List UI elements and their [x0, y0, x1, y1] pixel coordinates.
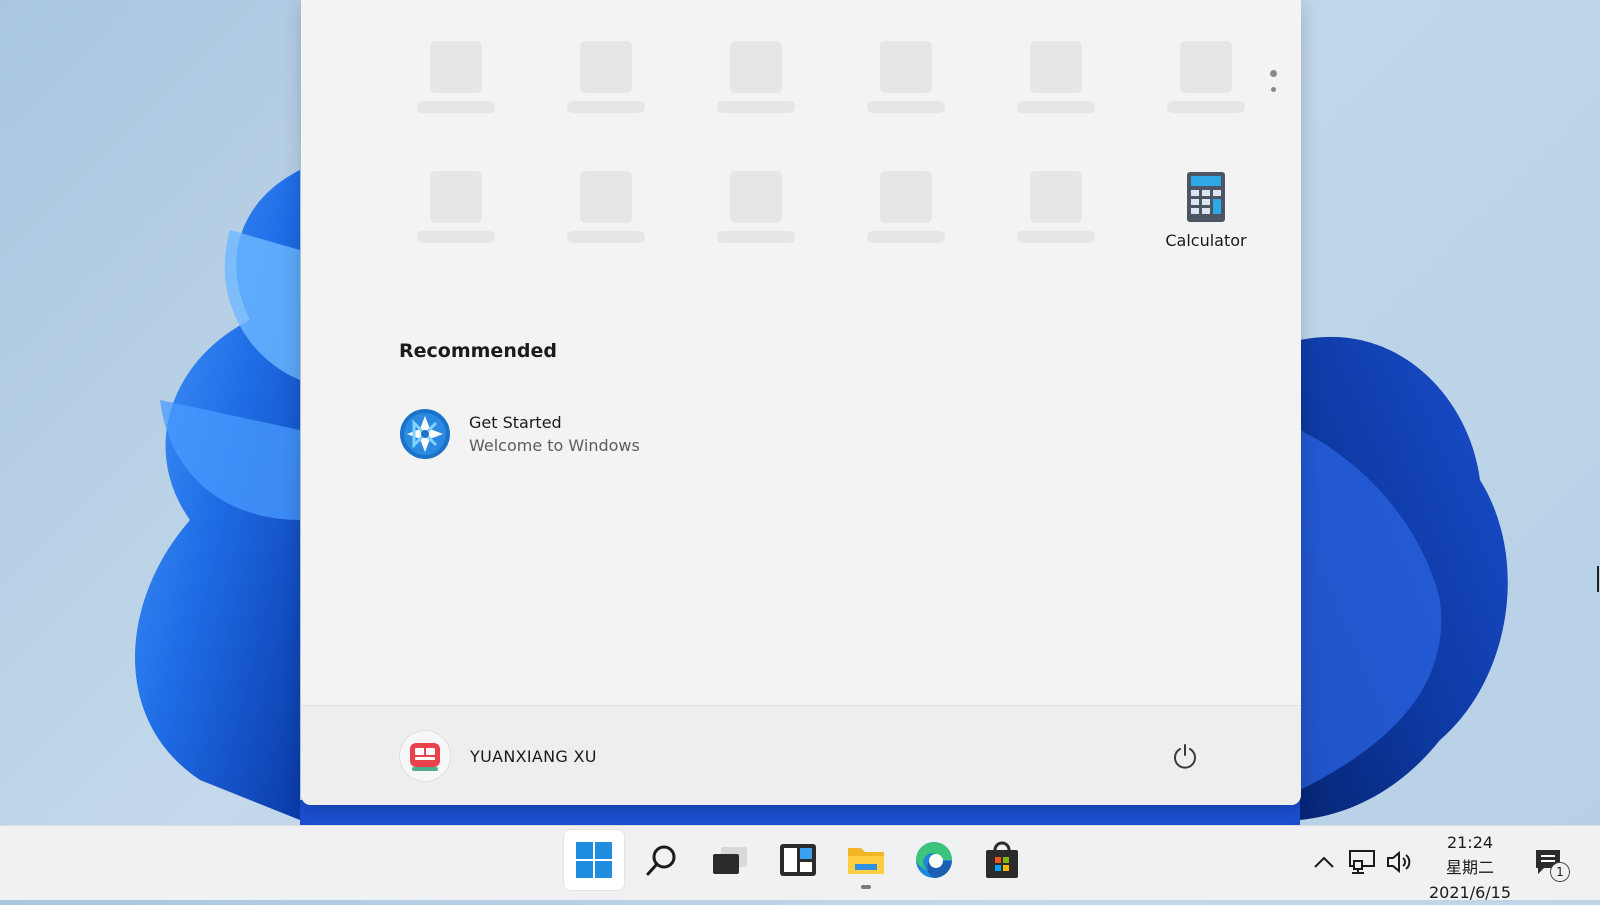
- taskbar: 21:24 星期二 2021/6/15 1: [0, 825, 1600, 902]
- pinned-placeholder[interactable]: [531, 35, 681, 165]
- pinned-placeholder[interactable]: [981, 165, 1131, 295]
- pinned-placeholder[interactable]: [681, 35, 831, 165]
- placeholder-icon: [730, 171, 782, 223]
- recommended-item-title: Get Started: [469, 413, 562, 432]
- placeholder-label: [1017, 101, 1095, 113]
- system-tray: [1310, 848, 1424, 876]
- get-started-icon: [399, 408, 451, 460]
- widgets-button[interactable]: [768, 830, 828, 890]
- power-button[interactable]: [1171, 742, 1199, 770]
- placeholder-label: [1017, 231, 1095, 243]
- start-menu: Calculator Recommended Get Started Welco…: [301, 0, 1301, 805]
- task-view-icon: [713, 847, 747, 874]
- placeholder-label: [417, 231, 495, 243]
- pinned-placeholder[interactable]: [531, 165, 681, 295]
- taskbar-clock[interactable]: 21:24 星期二 2021/6/15: [1420, 830, 1520, 905]
- text-cursor: [1597, 566, 1599, 592]
- notification-center-button[interactable]: 1: [1534, 848, 1570, 882]
- edge-button[interactable]: [904, 830, 964, 890]
- user-name: YUANXIANG XU: [470, 746, 597, 766]
- pinned-placeholder[interactable]: [681, 165, 831, 295]
- network-icon: [1349, 850, 1375, 874]
- clock-day: 星期二: [1445, 858, 1494, 877]
- user-account-button[interactable]: YUANXIANG XU: [399, 730, 597, 782]
- calculator-label: Calculator: [1165, 231, 1247, 250]
- page-dot-active[interactable]: [1270, 70, 1277, 77]
- recommended-header: Recommended: [399, 340, 557, 362]
- placeholder-label: [867, 101, 945, 113]
- volume-button[interactable]: [1386, 848, 1414, 876]
- placeholder-label: [567, 101, 645, 113]
- pinned-app-calculator[interactable]: Calculator: [1131, 165, 1281, 295]
- placeholder-label: [867, 231, 945, 243]
- store-icon: [986, 841, 1018, 878]
- show-hidden-icons-button[interactable]: [1310, 848, 1338, 876]
- placeholder-icon: [430, 171, 482, 223]
- edge-icon: [916, 842, 952, 878]
- page-dot[interactable]: [1271, 87, 1276, 92]
- placeholder-icon: [880, 171, 932, 223]
- pinned-placeholder[interactable]: [381, 165, 531, 295]
- placeholder-label: [717, 231, 795, 243]
- search-icon: [646, 845, 676, 876]
- task-view-button[interactable]: [700, 830, 760, 890]
- placeholder-icon: [580, 41, 632, 93]
- placeholder-label: [1167, 101, 1245, 113]
- placeholder-icon: [1180, 41, 1232, 93]
- file-explorer-icon: [848, 848, 884, 874]
- placeholder-label: [567, 231, 645, 243]
- start-button[interactable]: [564, 830, 624, 890]
- pinned-page-indicator[interactable]: [1270, 70, 1280, 102]
- running-indicator: [861, 885, 871, 889]
- placeholder-icon: [580, 171, 632, 223]
- pinned-placeholder[interactable]: [981, 35, 1131, 165]
- network-button[interactable]: [1348, 848, 1376, 876]
- clock-time: 21:24: [1446, 833, 1494, 852]
- speaker-icon: [1387, 850, 1411, 874]
- placeholder-icon: [430, 41, 482, 93]
- pinned-apps-grid: Calculator: [381, 35, 1281, 295]
- pinned-placeholder[interactable]: [831, 165, 981, 295]
- clock-date: 2021/6/15: [1428, 883, 1512, 902]
- placeholder-icon: [1030, 41, 1082, 93]
- notification-count-badge: 1: [1550, 862, 1570, 882]
- store-button[interactable]: [972, 830, 1032, 890]
- windows-start-icon: [576, 842, 612, 878]
- start-menu-footer: YUANXIANG XU: [301, 705, 1301, 805]
- placeholder-icon: [880, 41, 932, 93]
- file-explorer-button[interactable]: [836, 830, 896, 890]
- avatar: [399, 730, 451, 782]
- search-button[interactable]: [632, 830, 692, 890]
- widgets-icon: [780, 844, 816, 876]
- taskbar-apps: [564, 830, 1040, 890]
- placeholder-icon: [1030, 171, 1082, 223]
- placeholder-label: [417, 101, 495, 113]
- pinned-placeholder[interactable]: [831, 35, 981, 165]
- power-icon: [1174, 744, 1196, 769]
- recommended-item-get-started[interactable]: Get Started Welcome to Windows: [399, 408, 640, 460]
- calculator-icon: [1178, 169, 1234, 225]
- placeholder-label: [717, 101, 795, 113]
- pinned-placeholder[interactable]: [381, 35, 531, 165]
- placeholder-icon: [730, 41, 782, 93]
- pinned-placeholder[interactable]: [1131, 35, 1281, 165]
- chevron-up-icon: [1314, 856, 1334, 868]
- recommended-item-subtitle: Welcome to Windows: [469, 436, 640, 455]
